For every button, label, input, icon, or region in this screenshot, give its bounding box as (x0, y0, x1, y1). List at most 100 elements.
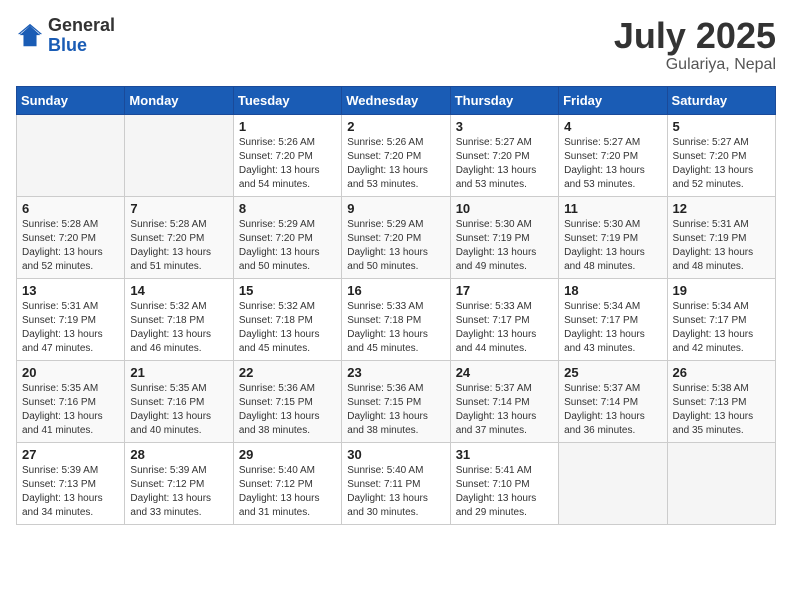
calendar-cell: 8 Sunrise: 5:29 AM Sunset: 7:20 PM Daylig… (233, 196, 341, 278)
day-number: 8 (239, 201, 336, 216)
day-info: Sunrise: 5:28 AM Sunset: 7:20 PM Dayligh… (22, 218, 119, 274)
calendar-cell: 30Sunrise: 5:40 AM Sunset: 7:11 PM Dayli… (342, 442, 450, 524)
day-number: 23 (347, 365, 444, 380)
calendar-cell: 24 Sunrise: 5:37 AM Sunset: 7:14 PM Dayli… (450, 360, 558, 442)
calendar-cell: 25 Sunrise: 5:37 AM Sunset: 7:14 PM Dayli… (559, 360, 667, 442)
calendar-cell: 10 Sunrise: 5:30 AM Sunset: 7:19 PM Dayli… (450, 196, 558, 278)
day-number: 10 (456, 201, 553, 216)
day-info: Sunrise: 5:29 AM Sunset: 7:20 PM Dayligh… (239, 218, 336, 274)
day-info: Sunrise: 5:37 AM Sunset: 7:14 PM Dayligh… (456, 382, 553, 438)
weekday-header-saturday: Saturday (667, 86, 775, 114)
calendar-week-row: 20 Sunrise: 5:35 AM Sunset: 7:16 PM Dayli… (17, 360, 776, 442)
day-number: 24 (456, 365, 553, 380)
weekday-header-thursday: Thursday (450, 86, 558, 114)
calendar-cell: 3 Sunrise: 5:27 AM Sunset: 7:20 PM Daylig… (450, 114, 558, 196)
day-number: 27 (22, 447, 119, 462)
day-number: 7 (130, 201, 227, 216)
day-info: Sunrise: 5:37 AM Sunset: 7:14 PM Dayligh… (564, 382, 661, 438)
day-info: Sunrise: 5:27 AM Sunset: 7:20 PM Dayligh… (456, 136, 553, 192)
day-info: Sunrise: 5:28 AM Sunset: 7:20 PM Dayligh… (130, 218, 227, 274)
day-info: Sunrise: 5:31 AM Sunset: 7:19 PM Dayligh… (22, 300, 119, 356)
month-year-title: July 2025 (614, 16, 776, 56)
calendar-week-row: 6Sunrise: 5:28 AM Sunset: 7:20 PM Daylig… (17, 196, 776, 278)
day-number: 19 (673, 283, 770, 298)
day-info: Sunrise: 5:36 AM Sunset: 7:15 PM Dayligh… (347, 382, 444, 438)
day-number: 22 (239, 365, 336, 380)
day-number: 12 (673, 201, 770, 216)
day-number: 25 (564, 365, 661, 380)
day-number: 13 (22, 283, 119, 298)
calendar-cell: 26 Sunrise: 5:38 AM Sunset: 7:13 PM Dayli… (667, 360, 775, 442)
day-number: 14 (130, 283, 227, 298)
day-number: 31 (456, 447, 553, 462)
day-info: Sunrise: 5:33 AM Sunset: 7:17 PM Dayligh… (456, 300, 553, 356)
title-block: July 2025 Gulariya, Nepal (614, 16, 776, 74)
day-info: Sunrise: 5:30 AM Sunset: 7:19 PM Dayligh… (564, 218, 661, 274)
day-info: Sunrise: 5:36 AM Sunset: 7:15 PM Dayligh… (239, 382, 336, 438)
calendar-week-row: 27 Sunrise: 5:39 AM Sunset: 7:13 PM Dayli… (17, 442, 776, 524)
logo-blue: Blue (48, 36, 115, 56)
weekday-header-sunday: Sunday (17, 86, 125, 114)
calendar-cell: 7 Sunrise: 5:28 AM Sunset: 7:20 PM Daylig… (125, 196, 233, 278)
calendar-cell (667, 442, 775, 524)
day-number: 17 (456, 283, 553, 298)
weekday-header-monday: Monday (125, 86, 233, 114)
day-number: 3 (456, 119, 553, 134)
day-number: 9 (347, 201, 444, 216)
day-info: Sunrise: 5:32 AM Sunset: 7:18 PM Dayligh… (239, 300, 336, 356)
weekday-header-tuesday: Tuesday (233, 86, 341, 114)
day-number: 1 (239, 119, 336, 134)
day-info: Sunrise: 5:31 AM Sunset: 7:19 PM Dayligh… (673, 218, 770, 274)
day-info: Sunrise: 5:39 AM Sunset: 7:12 PM Dayligh… (130, 464, 227, 520)
day-info: Sunrise: 5:39 AM Sunset: 7:13 PM Dayligh… (22, 464, 119, 520)
calendar-cell: 29 Sunrise: 5:40 AM Sunset: 7:12 PM Dayli… (233, 442, 341, 524)
logo: General Blue (16, 16, 115, 56)
calendar-cell: 20 Sunrise: 5:35 AM Sunset: 7:16 PM Dayli… (17, 360, 125, 442)
calendar-cell (559, 442, 667, 524)
day-number: 29 (239, 447, 336, 462)
calendar-cell: 2 Sunrise: 5:26 AM Sunset: 7:20 PM Daylig… (342, 114, 450, 196)
day-number: 20 (22, 365, 119, 380)
day-number: 15 (239, 283, 336, 298)
day-info: Sunrise: 5:32 AM Sunset: 7:18 PM Dayligh… (130, 300, 227, 356)
calendar-cell: 17 Sunrise: 5:33 AM Sunset: 7:17 PM Dayli… (450, 278, 558, 360)
day-info: Sunrise: 5:33 AM Sunset: 7:18 PM Dayligh… (347, 300, 444, 356)
calendar-cell: 4Sunrise: 5:27 AM Sunset: 7:20 PM Daylig… (559, 114, 667, 196)
day-number: 26 (673, 365, 770, 380)
day-info: Sunrise: 5:34 AM Sunset: 7:17 PM Dayligh… (673, 300, 770, 356)
day-info: Sunrise: 5:29 AM Sunset: 7:20 PM Dayligh… (347, 218, 444, 274)
day-info: Sunrise: 5:41 AM Sunset: 7:10 PM Dayligh… (456, 464, 553, 520)
calendar-cell: 23 Sunrise: 5:36 AM Sunset: 7:15 PM Dayli… (342, 360, 450, 442)
calendar-cell: 22 Sunrise: 5:36 AM Sunset: 7:15 PM Dayli… (233, 360, 341, 442)
logo-icon (16, 22, 44, 50)
calendar-cell: 1Sunrise: 5:26 AM Sunset: 7:20 PM Daylig… (233, 114, 341, 196)
weekday-header-friday: Friday (559, 86, 667, 114)
day-info: Sunrise: 5:40 AM Sunset: 7:12 PM Dayligh… (239, 464, 336, 520)
day-info: Sunrise: 5:38 AM Sunset: 7:13 PM Dayligh… (673, 382, 770, 438)
calendar-cell: 19 Sunrise: 5:34 AM Sunset: 7:17 PM Dayli… (667, 278, 775, 360)
day-info: Sunrise: 5:35 AM Sunset: 7:16 PM Dayligh… (130, 382, 227, 438)
day-info: Sunrise: 5:34 AM Sunset: 7:17 PM Dayligh… (564, 300, 661, 356)
calendar-cell: 18 Sunrise: 5:34 AM Sunset: 7:17 PM Dayli… (559, 278, 667, 360)
calendar-week-row: 1 Sunrise: 5:26 AM Sunset: 7:20 PM Daylig… (17, 114, 776, 196)
calendar-cell: 31 Sunrise: 5:41 AM Sunset: 7:10 PM Dayli… (450, 442, 558, 524)
calendar-header-row: SundayMondayTuesdayWednesdayThursdayFrid… (17, 86, 776, 114)
calendar-cell: 14 Sunrise: 5:32 AM Sunset: 7:18 PM Dayli… (125, 278, 233, 360)
calendar-cell: 5Sunrise: 5:27 AM Sunset: 7:20 PM Daylig… (667, 114, 775, 196)
calendar-cell: 9 Sunrise: 5:29 AM Sunset: 7:20 PM Daylig… (342, 196, 450, 278)
day-info: Sunrise: 5:26 AM Sunset: 7:20 PM Dayligh… (347, 136, 444, 192)
day-number: 18 (564, 283, 661, 298)
calendar-cell (17, 114, 125, 196)
day-info: Sunrise: 5:35 AM Sunset: 7:16 PM Dayligh… (22, 382, 119, 438)
day-number: 4 (564, 119, 661, 134)
calendar-cell: 27 Sunrise: 5:39 AM Sunset: 7:13 PM Dayli… (17, 442, 125, 524)
day-number: 5 (673, 119, 770, 134)
calendar-cell: 28 Sunrise: 5:39 AM Sunset: 7:12 PM Dayli… (125, 442, 233, 524)
day-number: 2 (347, 119, 444, 134)
calendar-cell: 11Sunrise: 5:30 AM Sunset: 7:19 PM Dayli… (559, 196, 667, 278)
day-number: 28 (130, 447, 227, 462)
day-number: 21 (130, 365, 227, 380)
page-header: General Blue July 2025 Gulariya, Nepal (16, 16, 776, 74)
day-info: Sunrise: 5:30 AM Sunset: 7:19 PM Dayligh… (456, 218, 553, 274)
calendar-cell: 12 Sunrise: 5:31 AM Sunset: 7:19 PM Dayli… (667, 196, 775, 278)
